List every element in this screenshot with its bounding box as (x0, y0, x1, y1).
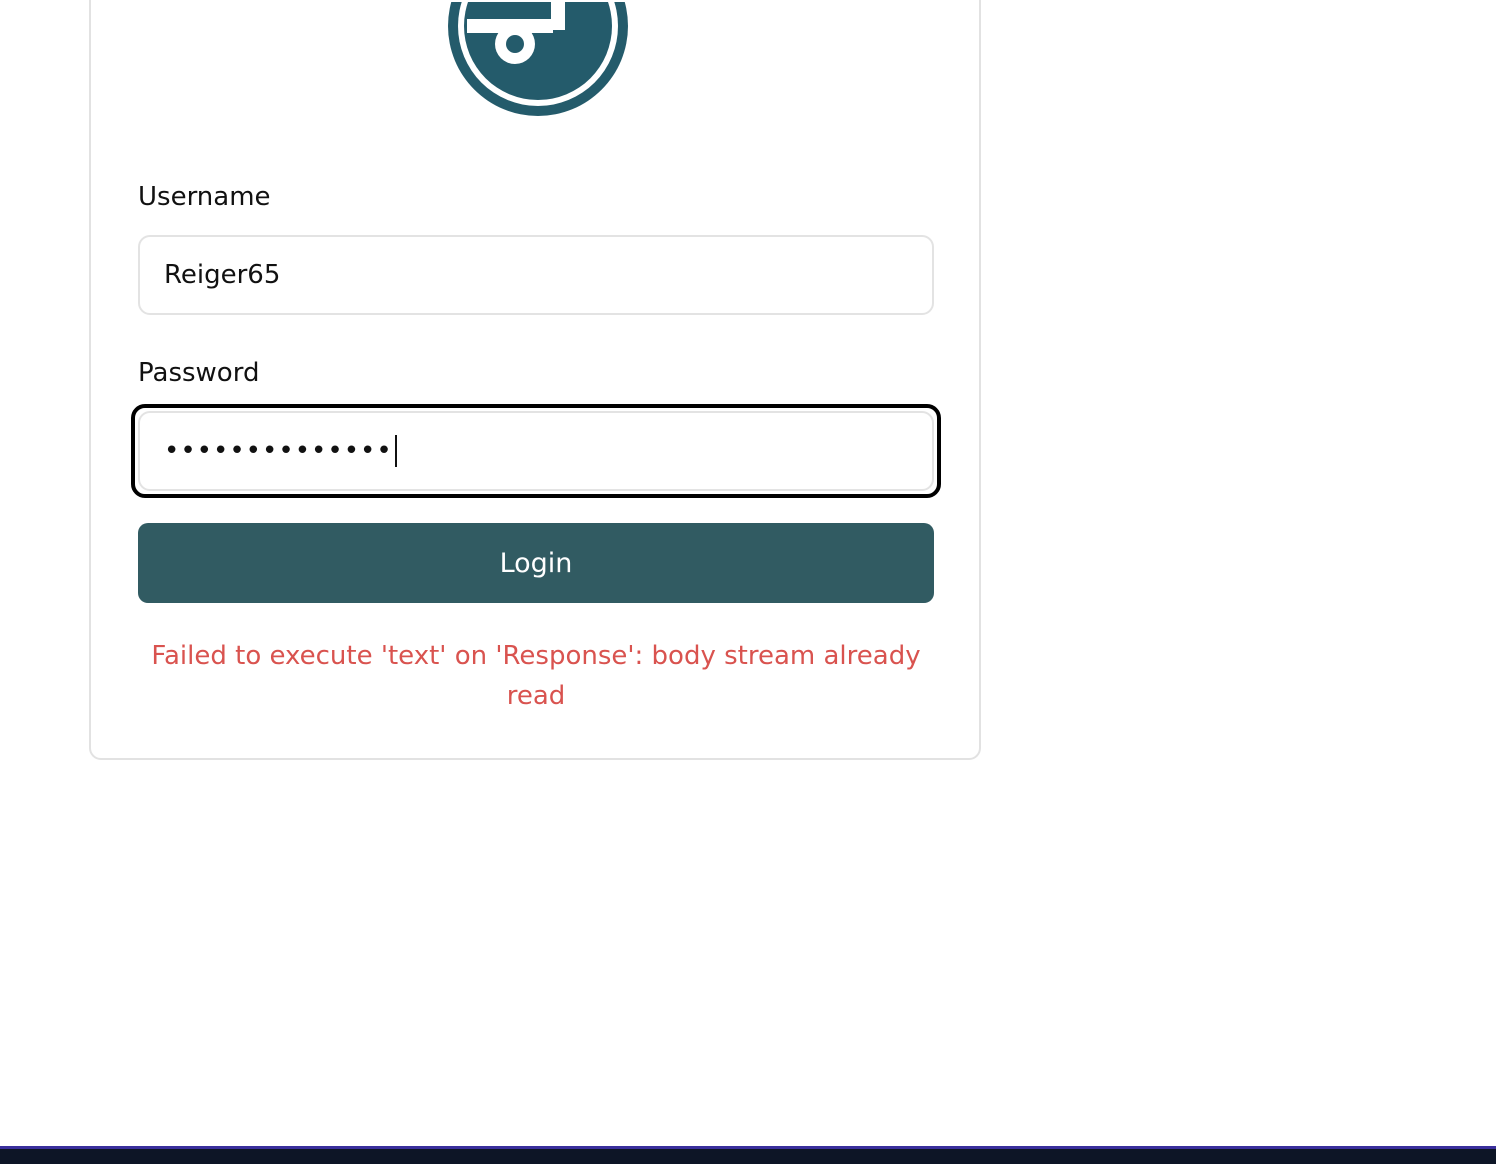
password-input[interactable]: •••••••••••••• (138, 411, 934, 491)
error-message: Failed to execute 'text' on 'Response': … (151, 641, 921, 711)
password-masked-value: •••••••••••••• (164, 436, 393, 466)
text-caret (394, 435, 397, 467)
username-input[interactable]: Reiger65 (138, 235, 934, 315)
login-button[interactable]: Login (138, 523, 934, 603)
s-circle-logo-icon (448, 2, 628, 116)
bottom-taskbar (0, 1146, 1496, 1164)
username-value: Reiger65 (164, 260, 281, 290)
username-label: Username (138, 182, 271, 212)
password-label: Password (138, 358, 260, 388)
login-card: Username Reiger65 Password •••••••••••••… (89, 0, 981, 760)
